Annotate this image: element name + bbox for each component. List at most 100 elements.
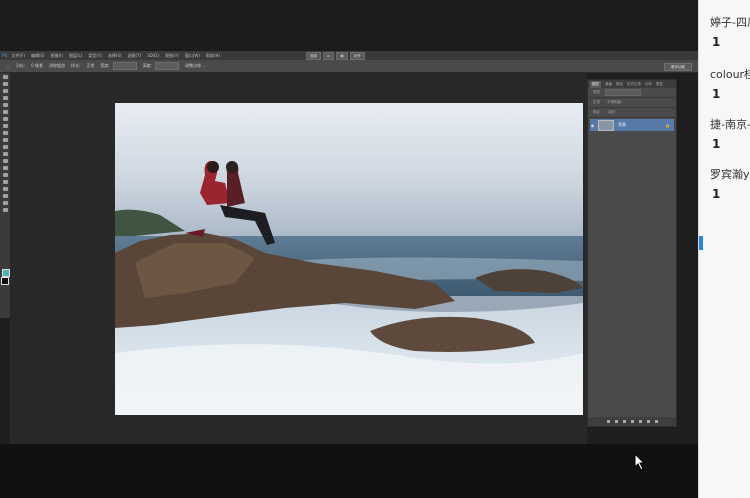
width-input[interactable] xyxy=(112,62,137,70)
lasso-tool-icon[interactable] xyxy=(2,89,8,93)
folder-icon[interactable] xyxy=(638,420,642,423)
tab-channels[interactable]: 通道 xyxy=(605,82,612,87)
sender-name: colour桂 xyxy=(710,68,750,81)
move-tool-icon[interactable] xyxy=(2,75,8,79)
layer-thumbnail xyxy=(598,119,614,131)
chat-message: 罗宾瀚yy 1 xyxy=(710,166,750,201)
chat-message: colour桂 1 xyxy=(710,66,750,101)
menu-3d[interactable]: 3D(D) xyxy=(147,53,159,58)
lock-row: 锁定: 填充: xyxy=(588,108,676,118)
quick-select-tool-icon[interactable] xyxy=(2,96,8,100)
type-tool-icon[interactable] xyxy=(2,180,8,184)
kind-filter-select[interactable]: 类型 xyxy=(593,90,600,95)
fill-label: 填充: xyxy=(608,110,617,114)
adjustment-icon[interactable] xyxy=(630,420,634,423)
feather-value[interactable]: 0 像素 xyxy=(31,63,43,69)
view-button-group: 选择 ▭ ▦ 对齐 xyxy=(306,52,365,60)
menu-view[interactable]: 视图(V) xyxy=(165,53,179,59)
eyedropper-tool-icon[interactable] xyxy=(2,110,8,114)
layout-icon[interactable]: ▭ xyxy=(323,52,335,60)
shape-tool-icon[interactable] xyxy=(2,194,8,198)
gradient-tool-icon[interactable] xyxy=(2,152,8,156)
marquee-tool-icon[interactable]: ⬚ xyxy=(6,64,10,69)
seaside-couple-photo xyxy=(115,103,583,415)
blend-mode-select[interactable]: 正常 xyxy=(593,100,600,105)
trash-icon[interactable] xyxy=(654,420,658,423)
lock-icon: 🔒 xyxy=(665,122,670,128)
menu-help[interactable]: 帮助(H) xyxy=(206,53,220,59)
photoshop-window: Ps 文件(F) 编辑(E) 图像(I) 图层(L) 类型(Y) 选择(S) 滤… xyxy=(0,0,698,498)
menu-filter[interactable]: 滤镜(T) xyxy=(128,53,142,59)
menu-file[interactable]: 文件(F) xyxy=(12,53,25,59)
width-label: 宽度: xyxy=(100,63,110,68)
sender-name: 婷子-四川 xyxy=(710,16,750,29)
opacity-label: 不透明度: xyxy=(607,100,623,104)
layer-name: 背景 xyxy=(618,122,626,127)
menu-bar: Ps 文件(F) 编辑(E) 图像(I) 图层(L) 类型(Y) 选择(S) 滤… xyxy=(0,51,698,60)
history-brush-icon[interactable] xyxy=(2,138,8,142)
align-button[interactable]: 对齐 xyxy=(349,52,365,60)
layer-filter-row: 类型 xyxy=(588,88,676,98)
tab-paths[interactable]: 路径 xyxy=(616,82,623,87)
healing-brush-icon[interactable] xyxy=(2,117,8,121)
background-color-swatch[interactable] xyxy=(1,277,9,285)
sidebar-collapse-handle[interactable] xyxy=(699,236,703,250)
eraser-tool-icon[interactable] xyxy=(2,145,8,149)
brush-tool-icon[interactable] xyxy=(2,124,8,128)
hand-tool-icon[interactable] xyxy=(2,201,8,205)
blur-tool-icon[interactable] xyxy=(2,159,8,163)
menu-select[interactable]: 选择(S) xyxy=(108,53,122,59)
menu-window[interactable]: 窗口(W) xyxy=(185,53,200,59)
menu-image[interactable]: 图像(I) xyxy=(51,53,63,59)
top-black-area xyxy=(0,0,698,51)
blend-row: 正常 不透明度: xyxy=(588,98,676,108)
foreground-color-swatch[interactable] xyxy=(2,269,10,277)
crop-tool-icon[interactable] xyxy=(2,103,8,107)
tab-properties[interactable]: 属性 xyxy=(656,82,663,87)
link-icon[interactable] xyxy=(606,420,610,423)
layers-panel: 图层 通道 路径 历史记录 动作 属性 类型 正常 不透明度: 锁定: 填充: … xyxy=(587,79,677,427)
fx-icon[interactable] xyxy=(614,420,618,423)
new-layer-icon[interactable] xyxy=(646,420,650,423)
bottom-black-area xyxy=(0,444,698,498)
clone-stamp-icon[interactable] xyxy=(2,131,8,135)
message-text: 1 xyxy=(712,35,721,49)
message-text: 1 xyxy=(712,187,721,201)
zoom-tool-icon[interactable] xyxy=(2,208,8,212)
dodge-tool-icon[interactable] xyxy=(2,166,8,170)
height-input[interactable] xyxy=(155,62,180,70)
message-text: 1 xyxy=(712,87,721,101)
style-label: 样式: xyxy=(70,63,81,68)
refine-edge-button[interactable]: 调整边缘... xyxy=(185,63,205,69)
tab-history[interactable]: 历史记录 xyxy=(627,82,641,87)
photoshop-logo-icon: Ps xyxy=(2,52,8,59)
tab-actions[interactable]: 动作 xyxy=(645,82,652,87)
marquee-tool-icon[interactable] xyxy=(2,82,8,86)
filter-icons[interactable] xyxy=(605,89,641,96)
menu-type[interactable]: 类型(Y) xyxy=(88,53,102,59)
style-select[interactable]: 正常 xyxy=(86,63,94,69)
chat-message: 捷-南京- 1 xyxy=(710,116,750,151)
grid-icon[interactable]: ▦ xyxy=(336,52,348,60)
layers-panel-footer xyxy=(588,417,676,426)
menu-layer[interactable]: 图层(L) xyxy=(69,53,82,59)
mouse-cursor-icon xyxy=(634,453,646,471)
chat-message: 婷子-四川 1 xyxy=(710,14,750,49)
feather-label: 羽化: xyxy=(15,63,26,68)
anti-alias-checkbox[interactable]: 消除锯齿 xyxy=(49,63,65,69)
mask-icon[interactable] xyxy=(622,420,626,423)
layer-row-background[interactable]: ◉ 背景 🔒 xyxy=(590,119,674,131)
chat-sidebar: 婷子-四川 1 colour桂 1 捷-南京- 1 罗宾瀚yy 1 xyxy=(698,0,750,498)
sender-name: 罗宾瀚yy xyxy=(710,168,750,181)
document-canvas-photo[interactable] xyxy=(115,103,583,415)
lock-label: 锁定: xyxy=(593,110,602,114)
eye-icon[interactable]: ◉ xyxy=(590,123,595,128)
sender-name: 捷-南京- xyxy=(710,118,750,131)
select-button[interactable]: 选择 xyxy=(306,52,321,60)
menu-edit[interactable]: 编辑(E) xyxy=(31,53,45,59)
message-text: 1 xyxy=(712,137,721,151)
path-select-icon[interactable] xyxy=(2,187,8,191)
tab-layers[interactable]: 图层 xyxy=(590,80,601,88)
workspace-select[interactable]: 基本功能 xyxy=(664,63,692,71)
pen-tool-icon[interactable] xyxy=(2,173,8,177)
